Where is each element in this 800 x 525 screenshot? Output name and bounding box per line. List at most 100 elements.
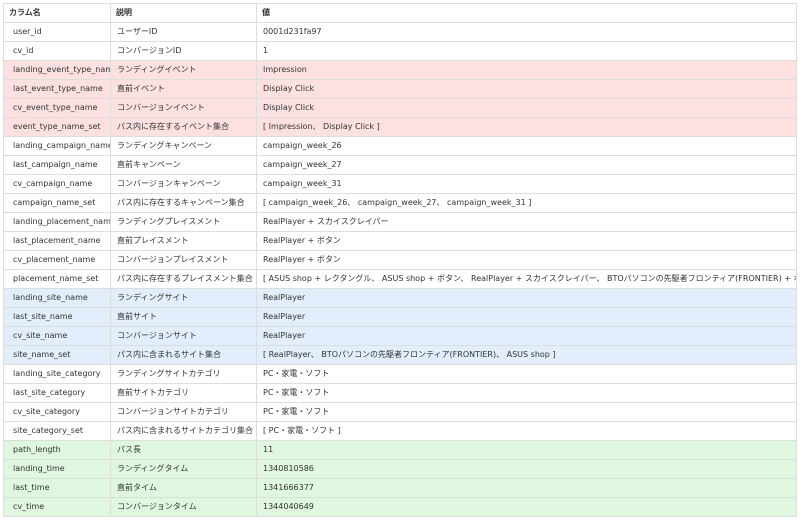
table-row: last_site_category 直前サイトカテゴリ PC・家電・ソフト	[3, 383, 797, 403]
cell-description: ランディングタイム	[110, 459, 257, 479]
cell-column-name: landing_site_name	[3, 288, 111, 308]
cell-value: [ ASUS shop + レクタングル、 ASUS shop + ボタン、 R…	[256, 269, 797, 289]
cell-value: [ RealPlayer、 BTOパソコンの先駆者フロンティア(FRONTIER…	[256, 345, 797, 365]
cell-description: ランディングキャンペーン	[110, 136, 257, 156]
cell-description: ランディングサイト	[110, 288, 257, 308]
cell-value: 1340810586	[256, 459, 797, 479]
table-header-row: カラム名 説明 値	[3, 3, 797, 23]
cell-description: 直前イベント	[110, 79, 257, 99]
cell-value: RealPlayer	[256, 288, 797, 308]
cell-value: 1341666377	[256, 478, 797, 498]
cell-value: RealPlayer	[256, 326, 797, 346]
cell-column-name: cv_time	[3, 497, 111, 517]
cell-column-name: landing_campaign_name	[3, 136, 111, 156]
cell-column-name: last_placement_name	[3, 231, 111, 251]
cell-value: campaign_week_27	[256, 155, 797, 175]
cell-description: 直前タイム	[110, 478, 257, 498]
cell-description: 直前プレイスメント	[110, 231, 257, 251]
cell-description: パス内に存在するプレイスメント集合	[110, 269, 257, 289]
table-row: last_campaign_name 直前キャンペーン campaign_week_…	[3, 155, 797, 175]
table-body: user_id ユーザーID 0001d231fa97 cv_id コンバージョンID…	[3, 22, 797, 517]
cell-column-name: last_campaign_name	[3, 155, 111, 175]
cell-column-name: placement_name_set	[3, 269, 111, 289]
table-row: cv_site_name コンバージョンサイト RealPlayer	[3, 326, 797, 346]
cell-column-name: last_time	[3, 478, 111, 498]
table-row: landing_campaign_name ランディングキャンペーン campaig…	[3, 136, 797, 156]
cell-column-name: campaign_name_set	[3, 193, 111, 213]
header-column-name: カラム名	[3, 3, 111, 23]
table-row: landing_event_type_name ランディングイベント Impress…	[3, 60, 797, 80]
cell-column-name: user_id	[3, 22, 111, 42]
cell-value: PC・家電・ソフト	[256, 383, 797, 403]
cell-value: RealPlayer + ボタン	[256, 231, 797, 251]
cell-description: パス内に含まれるサイト集合	[110, 345, 257, 365]
cell-column-name: event_type_name_set	[3, 117, 111, 137]
cell-value: 1344040649	[256, 497, 797, 517]
cell-value: Display Click	[256, 98, 797, 118]
cell-value: RealPlayer + ボタン	[256, 250, 797, 270]
cell-description: ユーザーID	[110, 22, 257, 42]
table-row: landing_placement_name ランディングプレイスメント RealP…	[3, 212, 797, 232]
cell-column-name: landing_site_category	[3, 364, 111, 384]
cell-description: コンバージョンタイム	[110, 497, 257, 517]
cell-description: パス内に含まれるサイトカテゴリ集合	[110, 421, 257, 441]
table-row: landing_time ランディングタイム 1340810586	[3, 459, 797, 479]
cell-description: 直前サイトカテゴリ	[110, 383, 257, 403]
table-row: site_name_set パス内に含まれるサイト集合[ RealPlayer、 …	[3, 345, 797, 365]
cell-description: コンバージョンサイト	[110, 326, 257, 346]
cell-value: [ Impression、 Display Click ]	[256, 117, 797, 137]
cell-value: 11	[256, 440, 797, 460]
table-row: campaign_name_set パス内に存在するキャンペーン集合[ campa…	[3, 193, 797, 213]
table-row: last_time 直前タイム 1341666377	[3, 478, 797, 498]
cell-description: コンバージョンキャンペーン	[110, 174, 257, 194]
table-row: cv_campaign_name コンバージョンキャンペーン campaign_we…	[3, 174, 797, 194]
table-row: last_event_type_name 直前イベント Display Click	[3, 79, 797, 99]
cell-description: ランディングプレイスメント	[110, 212, 257, 232]
cell-column-name: landing_placement_name	[3, 212, 111, 232]
cell-value: PC・家電・ソフト	[256, 364, 797, 384]
cell-value: [ PC・家電・ソフト ]	[256, 421, 797, 441]
cell-description: 直前キャンペーン	[110, 155, 257, 175]
cell-description: コンバージョンプレイスメント	[110, 250, 257, 270]
cell-value: [ campaign_week_26、 campaign_week_27、 ca…	[256, 193, 797, 213]
table-row: cv_id コンバージョンID 1	[3, 41, 797, 61]
cell-column-name: cv_site_category	[3, 402, 111, 422]
cell-column-name: cv_placement_name	[3, 250, 111, 270]
cell-description: コンバージョンサイトカテゴリ	[110, 402, 257, 422]
cell-column-name: cv_campaign_name	[3, 174, 111, 194]
table-row: last_placement_name 直前プレイスメント RealPlayer +…	[3, 231, 797, 251]
cell-value: 1	[256, 41, 797, 61]
cell-column-name: last_site_category	[3, 383, 111, 403]
cell-column-name: landing_event_type_name	[3, 60, 111, 80]
column-definition-table: カラム名 説明 値 user_id ユーザーID 0001d231fa97 cv_i…	[3, 3, 797, 517]
cell-description: パス内に存在するイベント集合	[110, 117, 257, 137]
table-row: last_site_name 直前サイト RealPlayer	[3, 307, 797, 327]
cell-description: 直前サイト	[110, 307, 257, 327]
cell-column-name: last_site_name	[3, 307, 111, 327]
table-row: path_length パス長 11	[3, 440, 797, 460]
cell-description: ランディングサイトカテゴリ	[110, 364, 257, 384]
cell-description: コンバージョンイベント	[110, 98, 257, 118]
table-row: cv_event_type_name コンバージョンイベント Display Cli…	[3, 98, 797, 118]
cell-value: 0001d231fa97	[256, 22, 797, 42]
cell-column-name: site_category_set	[3, 421, 111, 441]
table-container: カラム名 説明 値 user_id ユーザーID 0001d231fa97 cv_i…	[3, 3, 797, 517]
cell-column-name: cv_site_name	[3, 326, 111, 346]
cell-value: RealPlayer + スカイスクレイパー	[256, 212, 797, 232]
table-row: cv_site_category コンバージョンサイトカテゴリ PC・家電・ソフト	[3, 402, 797, 422]
cell-value: campaign_week_31	[256, 174, 797, 194]
cell-description: パス長	[110, 440, 257, 460]
table-row: user_id ユーザーID 0001d231fa97	[3, 22, 797, 42]
table-row: cv_placement_name コンバージョンプレイスメント RealPlaye…	[3, 250, 797, 270]
cell-column-name: last_event_type_name	[3, 79, 111, 99]
header-value: 値	[256, 3, 797, 23]
cell-value: Display Click	[256, 79, 797, 99]
cell-column-name: site_name_set	[3, 345, 111, 365]
table-row: landing_site_category ランディングサイトカテゴリ PC・家電・…	[3, 364, 797, 384]
cell-description: パス内に存在するキャンペーン集合	[110, 193, 257, 213]
table-row: site_category_set パス内に含まれるサイトカテゴリ集合[ PC・家…	[3, 421, 797, 441]
cell-description: コンバージョンID	[110, 41, 257, 61]
cell-column-name: path_length	[3, 440, 111, 460]
cell-column-name: cv_event_type_name	[3, 98, 111, 118]
table-row: cv_time コンバージョンタイム 1344040649	[3, 497, 797, 517]
